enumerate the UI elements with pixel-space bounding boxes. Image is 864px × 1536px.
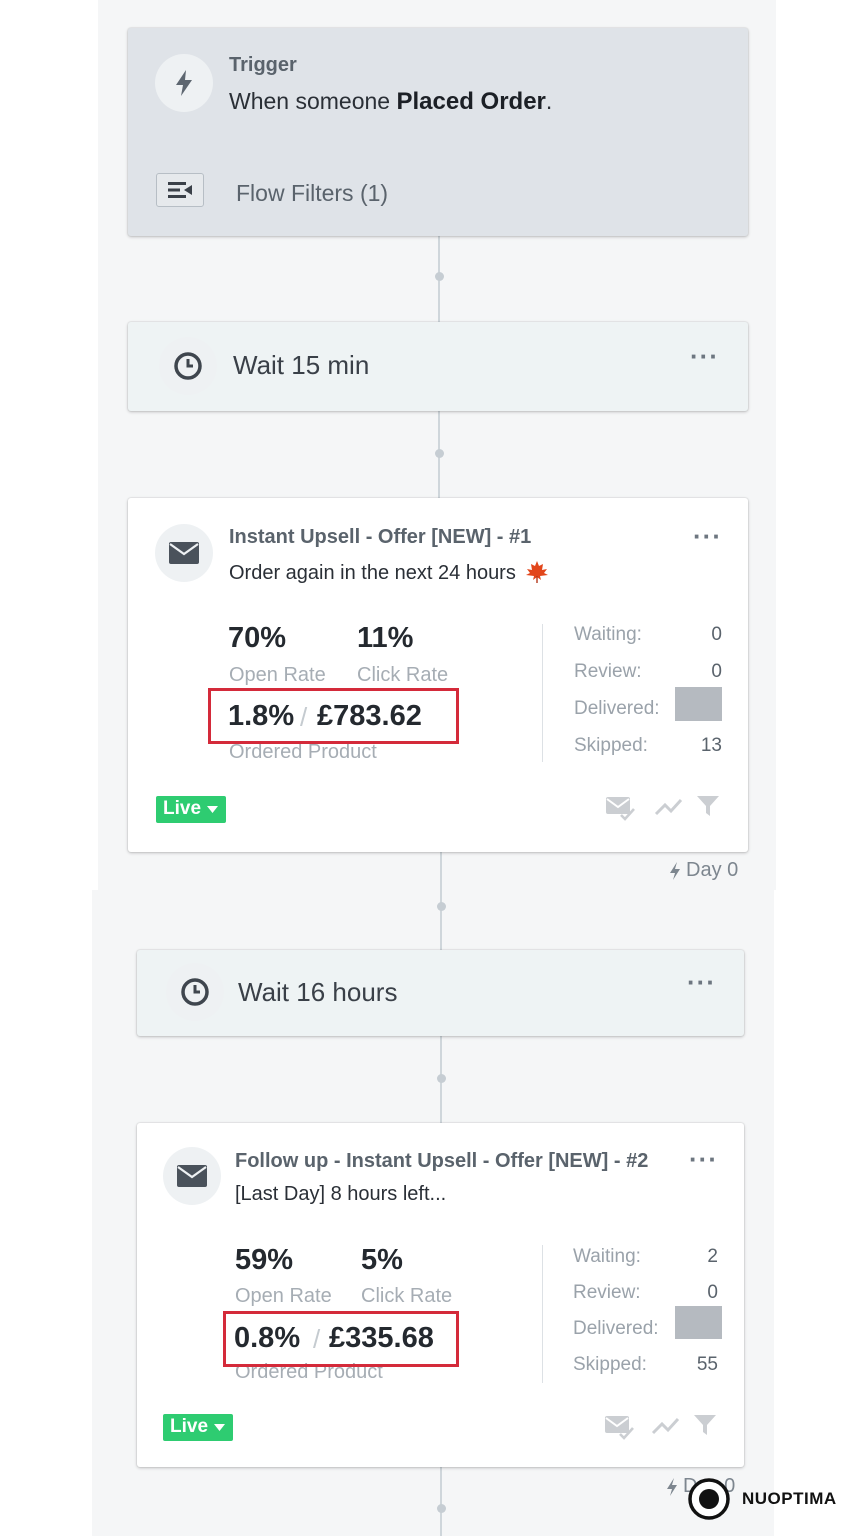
open-rate-label: Open Rate [235,1285,332,1307]
stats-divider [542,624,543,762]
stat-label-review: Review: [574,661,642,682]
brand-logo-icon [688,1478,730,1520]
mail-check-icon[interactable] [604,1414,634,1440]
connector [440,852,442,950]
open-rate-value: 59% [235,1244,294,1276]
trend-icon[interactable] [651,1415,681,1437]
email-name[interactable]: Follow up - Instant Upsell - Offer [NEW]… [235,1150,648,1173]
more-options-icon[interactable]: ··· [689,1146,718,1172]
connector-dot [435,449,444,458]
more-options-icon[interactable]: ··· [690,343,719,369]
more-options-icon[interactable]: ··· [687,969,716,995]
mail-check-icon[interactable] [605,795,635,821]
flow-filters-label[interactable]: Flow Filters (1) [236,180,388,207]
stat-value-skipped: 13 [700,735,722,756]
stat-value-review: 0 [711,661,722,682]
connector [440,1467,442,1536]
trigger-icon-wrap [155,54,213,112]
day-label: Day 0 [686,859,739,881]
wait-card-1[interactable]: Wait 15 min ··· [128,322,748,411]
click-rate-value: 11% [357,622,414,654]
wait-label: Wait 16 hours [238,977,398,1007]
day-indicator-1: Day 0 [668,859,738,882]
stat-label-review: Review: [573,1282,641,1303]
stat-value-waiting: 0 [711,624,722,645]
funnel-icon[interactable] [696,794,720,818]
email-card-1[interactable]: Instant Upsell - Offer [NEW] - #1 Order … [128,498,748,852]
stat-value-review: 0 [707,1282,718,1303]
connector-dot [435,272,444,281]
trigger-card[interactable]: Trigger When someone Placed Order. Flow … [128,28,748,236]
stats-divider [542,1245,543,1383]
flow-filters-button[interactable] [156,173,204,207]
clock-icon [174,352,202,380]
status-label: Live [163,798,202,819]
lightning-icon [670,861,680,880]
status-label: Live [170,1416,209,1437]
maple-leaf-icon [526,561,549,583]
conversion-label: Ordered Product [229,741,377,763]
open-rate-label: Open Rate [229,664,326,686]
clock-icon [181,978,209,1006]
stat-value-waiting: 2 [707,1246,718,1267]
trend-icon[interactable] [654,796,684,818]
trigger-event: Placed Order [396,88,546,115]
open-rate-value: 70% [228,622,287,654]
trigger-label: Trigger [229,54,297,76]
clock-icon-wrap [166,963,224,1021]
email-name[interactable]: Instant Upsell - Offer [NEW] - #1 [229,526,531,549]
email-icon-wrap [155,524,213,582]
status-dropdown[interactable]: Live [163,1414,234,1441]
revenue-highlight-box [208,688,459,744]
envelope-icon [177,1165,207,1187]
stat-label-waiting: Waiting: [574,624,642,645]
stat-label-skipped: Skipped: [574,735,648,756]
email-card-2[interactable]: Follow up - Instant Upsell - Offer [NEW]… [137,1123,744,1467]
wait-label: Wait 15 min [233,350,370,380]
stat-label-waiting: Waiting: [573,1246,641,1267]
filter-list-icon [168,182,192,198]
brand-watermark: NUOPTIMA [688,1478,837,1520]
connector-dot [437,1504,446,1513]
click-rate-label: Click Rate [361,1285,453,1307]
stat-label-delivered: Delivered: [573,1318,659,1339]
more-options-icon[interactable]: ··· [693,523,722,549]
email-icon-wrap [163,1147,221,1205]
connector-dot [437,1074,446,1083]
email-subject: [Last Day] 8 hours left... [235,1183,447,1205]
envelope-icon [169,542,199,564]
email-subject-text: Order again in the next 24 hours [229,562,516,584]
redacted-delivered-value [675,1306,722,1339]
wait-card-2[interactable]: Wait 16 hours ··· [137,950,744,1036]
trigger-text-suffix: . [545,88,553,114]
stat-label-skipped: Skipped: [573,1354,647,1375]
click-rate-label: Click Rate [357,664,449,686]
revenue-highlight-box [223,1311,459,1367]
stat-label-delivered: Delivered: [574,698,660,719]
caret-down-icon [214,1423,226,1431]
click-rate-value: 5% [361,1244,403,1276]
redacted-delivered-value [675,687,722,721]
connector-dot [437,902,446,911]
clock-icon-wrap [159,337,217,395]
lightning-icon [667,1477,677,1496]
email-subject: Order again in the next 24 hours [229,560,549,585]
stat-value-skipped: 55 [696,1354,718,1375]
funnel-icon[interactable] [693,1413,717,1437]
brand-name: NUOPTIMA [742,1489,837,1508]
caret-down-icon [207,805,219,813]
lightning-icon [176,70,192,96]
status-dropdown[interactable]: Live [156,796,227,823]
trigger-description: When someone Placed Order. [229,88,552,116]
trigger-text-prefix: When someone [229,88,391,114]
